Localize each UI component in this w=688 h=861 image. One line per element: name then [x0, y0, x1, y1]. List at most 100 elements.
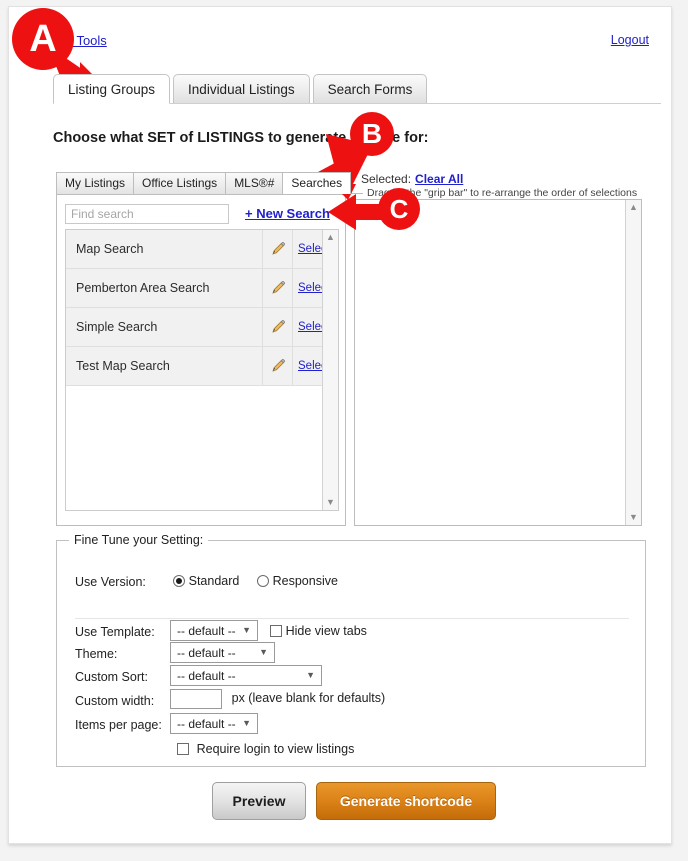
radio-standard-label: Standard	[188, 574, 240, 588]
custom-sort-select[interactable]: -- default -- ▼	[170, 665, 322, 686]
subtab-my-listings[interactable]: My Listings	[56, 172, 135, 194]
theme-select-wrap: -- default -- ▼	[170, 642, 275, 663]
theme-label-wrap: Theme:	[75, 646, 117, 661]
row-divider	[262, 308, 263, 346]
use-template-label: Use Template:	[75, 625, 155, 639]
search-list-item[interactable]: Simple Search Select »	[66, 308, 338, 347]
items-per-page-label: Items per page:	[75, 718, 162, 732]
hide-view-tabs-label: Hide view tabs	[285, 624, 367, 638]
require-login-option[interactable]: Require login to view listings	[177, 741, 354, 756]
subtab-searches[interactable]: Searches	[283, 172, 352, 194]
chevron-down-icon: ▼	[242, 625, 251, 635]
fine-tune-legend: Fine Tune your Setting:	[69, 533, 209, 547]
screenshot-root: ...g Tools Logout Listing Groups Individ…	[0, 0, 688, 861]
version-standard-option[interactable]: Standard	[173, 573, 239, 588]
search-name: Pemberton Area Search	[76, 281, 210, 295]
scroll-down-icon[interactable]: ▼	[626, 510, 641, 525]
main-tab-bar: Listing Groups Individual Listings Searc…	[53, 74, 661, 104]
checkbox-hide-view-tabs[interactable]	[270, 625, 282, 637]
tab-listing-groups[interactable]: Listing Groups	[53, 74, 171, 104]
tab-individual-listings[interactable]: Individual Listings	[173, 74, 310, 103]
custom-width-input[interactable]	[170, 689, 222, 709]
search-list-item[interactable]: Test Map Search Select »	[66, 347, 338, 386]
require-login-label: Require login to view listings	[196, 742, 355, 756]
custom-sort-label-wrap: Custom Sort:	[75, 669, 148, 684]
custom-width-label-wrap: Custom width:	[75, 693, 154, 708]
items-per-page-select[interactable]: -- default -- ▼	[170, 713, 258, 734]
pencil-icon[interactable]	[270, 358, 286, 374]
annotation-label-a: A	[12, 8, 74, 70]
annotation-label-c: C	[378, 188, 420, 230]
find-search-input[interactable]	[65, 204, 229, 224]
subtab-office-listings-label: Office Listings	[142, 176, 218, 190]
subtab-mls-number-label: MLS®#	[234, 176, 275, 190]
tab-individual-listings-label: Individual Listings	[188, 82, 295, 97]
use-template-select-wrap: -- default -- ▼	[170, 620, 258, 641]
row-divider	[262, 230, 263, 268]
row-divider-2	[292, 347, 293, 385]
search-list-item[interactable]: Map Search Select »	[66, 230, 338, 269]
row-divider-2	[292, 308, 293, 346]
chevron-down-icon: ▼	[306, 670, 315, 680]
hide-view-tabs-option[interactable]: Hide view tabs	[270, 623, 367, 638]
fine-tune-divider	[75, 618, 629, 619]
annotation-label-b: B	[350, 112, 394, 156]
row-divider	[262, 269, 263, 307]
items-per-page-value: -- default --	[177, 717, 236, 731]
row-divider-2	[292, 269, 293, 307]
selected-panel-scrollbar[interactable]: ▲ ▼	[625, 200, 641, 525]
use-version-label: Use Version:	[75, 575, 146, 589]
search-source-panel: + New Search Map Search	[56, 194, 346, 526]
items-per-page-select-wrap: -- default -- ▼	[170, 713, 258, 734]
source-subtab-bar: My Listings Office Listings MLS®# Search…	[56, 172, 364, 194]
pencil-icon[interactable]	[270, 319, 286, 335]
generate-shortcode-button[interactable]: Generate shortcode	[316, 782, 496, 820]
scroll-up-icon[interactable]: ▲	[626, 200, 641, 215]
chevron-down-icon: ▼	[259, 647, 268, 657]
items-per-page-label-wrap: Items per page:	[75, 717, 162, 732]
new-search-link[interactable]: + New Search	[245, 206, 330, 221]
radio-responsive[interactable]	[257, 575, 269, 587]
fine-tune-fieldset: Fine Tune your Setting: Use Version: Sta…	[56, 533, 646, 767]
custom-width-label: Custom width:	[75, 694, 155, 708]
pencil-icon[interactable]	[270, 241, 286, 257]
scroll-down-icon[interactable]: ▼	[323, 495, 338, 510]
row-divider	[262, 347, 263, 385]
use-template-select[interactable]: -- default -- ▼	[170, 620, 258, 641]
search-list: Map Search Select » Pemberton Area Searc…	[65, 229, 339, 511]
search-list-scrollbar[interactable]: ▲ ▼	[322, 230, 338, 510]
use-template-value: -- default --	[177, 624, 236, 638]
pencil-icon[interactable]	[270, 280, 286, 296]
tab-search-forms[interactable]: Search Forms	[312, 74, 428, 103]
tab-listing-groups-label: Listing Groups	[68, 82, 156, 97]
chevron-down-icon: ▼	[242, 718, 251, 728]
row-divider-2	[292, 230, 293, 268]
preview-button[interactable]: Preview	[212, 782, 306, 820]
radio-standard[interactable]	[173, 575, 185, 587]
checkbox-require-login[interactable]	[177, 743, 189, 755]
version-responsive-option[interactable]: Responsive	[257, 573, 338, 588]
custom-width-input-wrap: px (leave blank for defaults)	[170, 689, 385, 709]
search-list-items: Map Search Select » Pemberton Area Searc…	[66, 230, 338, 510]
theme-value: -- default --	[177, 646, 236, 660]
subtab-office-listings[interactable]: Office Listings	[134, 172, 227, 194]
selected-items-panel[interactable]: ▲ ▼	[354, 199, 642, 526]
search-name: Simple Search	[76, 320, 158, 334]
search-name: Test Map Search	[76, 359, 170, 373]
use-template-label-wrap: Use Template:	[75, 624, 155, 639]
subtab-searches-label: Searches	[291, 176, 343, 190]
theme-select[interactable]: -- default -- ▼	[170, 642, 275, 663]
use-version-row: Use Version:	[75, 574, 146, 589]
custom-sort-label: Custom Sort:	[75, 670, 148, 684]
theme-label: Theme:	[75, 647, 118, 661]
custom-sort-value: -- default --	[177, 669, 236, 683]
radio-responsive-label: Responsive	[272, 574, 338, 588]
tab-search-forms-label: Search Forms	[327, 82, 413, 97]
search-list-item[interactable]: Pemberton Area Search Select »	[66, 269, 338, 308]
subtab-my-listings-label: My Listings	[65, 176, 126, 190]
subtab-mls-number[interactable]: MLS®#	[226, 172, 284, 194]
search-name: Map Search	[76, 242, 144, 256]
custom-sort-select-wrap: -- default -- ▼	[170, 665, 322, 686]
custom-width-suffix: px (leave blank for defaults)	[231, 691, 386, 706]
logout-link[interactable]: Logout	[611, 33, 649, 47]
